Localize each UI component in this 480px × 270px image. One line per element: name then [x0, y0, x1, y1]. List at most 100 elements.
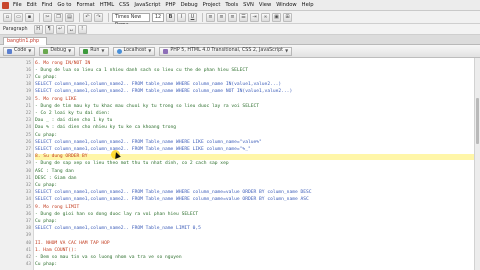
space-icon[interactable]: ␣: [66, 24, 76, 34]
indent-icon[interactable]: ⇥: [250, 12, 259, 22]
code-line[interactable]: 23 Dau _ : dai dien cho 1 ky tu: [26, 118, 480, 124]
heading-icon[interactable]: H: [33, 24, 43, 34]
line-number: 33: [25, 190, 31, 196]
code-area[interactable]: 15 6. Mo rong IN/NOT IN 16 - Dung de lua …: [26, 58, 480, 270]
run-button[interactable]: Run ▼: [79, 46, 109, 56]
menu-format[interactable]: Format: [76, 2, 94, 8]
tab-bangtin1[interactable]: bangtin1.php: [3, 37, 47, 45]
code-line[interactable]: 19 SELECT column_name1,column_name2.. FR…: [26, 89, 480, 95]
align-right-icon[interactable]: ≡: [228, 12, 237, 22]
scrollbar-thumb[interactable]: [476, 98, 479, 144]
menu-find[interactable]: Find: [42, 2, 53, 8]
code-line[interactable]: 33 SELECT column_name1,column_name2.. FR…: [26, 190, 480, 196]
menu-help[interactable]: Help: [302, 2, 314, 8]
list-icon[interactable]: ☰: [239, 12, 248, 22]
save-icon[interactable]: ▪: [25, 12, 34, 22]
code-line[interactable]: 27 SELECT column_name1,column_name2.. FR…: [26, 146, 480, 152]
chevron-down-icon: ▼: [68, 48, 72, 53]
cut-icon[interactable]: ✂: [43, 12, 52, 22]
image-icon[interactable]: ▣: [272, 12, 281, 22]
menu-file[interactable]: File: [13, 2, 22, 8]
code-line[interactable]: 20 5. Mo rong LIKE: [26, 96, 480, 102]
menu-php[interactable]: PHP: [165, 2, 175, 8]
code-line[interactable]: 18 SELECT column_name1,column_name2.. FR…: [26, 82, 480, 88]
localhost-label: Localhost: [123, 48, 147, 53]
menu-edit[interactable]: Edit: [27, 2, 37, 8]
code-line[interactable]: 17 Cu phap:: [26, 74, 480, 80]
code-line[interactable]: 32 Cu phap:: [26, 182, 480, 188]
copy-icon[interactable]: ❐: [54, 12, 63, 22]
code-line[interactable]: 39: [26, 233, 480, 239]
code-line[interactable]: 30 ASC : Tang dan: [26, 168, 480, 174]
menu-window[interactable]: Window: [276, 2, 296, 8]
code-line[interactable]: 21 - Dung de tim mau ky tu khac mau chuo…: [26, 103, 480, 109]
code-line-text: Cu phap:: [35, 132, 58, 138]
code-line[interactable]: 40 II. NHOM VA CAC HAM TAP HOP: [26, 240, 480, 246]
font-family-select[interactable]: Times New Roma: [112, 12, 150, 28]
menu-css[interactable]: CSS: [119, 2, 129, 8]
debug-button[interactable]: Debug ▼: [39, 46, 76, 56]
code-line[interactable]: 24 Dau % : dai dien cho nhieu ky tu ke c…: [26, 125, 480, 131]
line-number: 15: [25, 60, 31, 66]
code-line[interactable]: 34 SELECT column_name1,column_name2.. FR…: [26, 197, 480, 203]
bold-icon[interactable]: B: [166, 12, 175, 22]
open-folder-icon[interactable]: ▭: [14, 12, 23, 22]
code-line-text: SELECT column_name1,column_name2.. FROM …: [35, 190, 312, 196]
paragraph-icon[interactable]: ¶: [44, 24, 54, 34]
line-number: 20: [25, 96, 31, 102]
menu-project[interactable]: Project: [203, 2, 221, 8]
code-line[interactable]: 29 - Dung de sap xep so lieu theo mot th…: [26, 161, 480, 167]
code-line[interactable]: 31 DESC : Giam dan: [26, 175, 480, 181]
code-line-text: SELECT column_name1,column_name2.. FROM …: [35, 226, 201, 232]
localhost-button[interactable]: Localhost ▼: [112, 46, 156, 56]
code-view-button[interactable]: Code ▼: [3, 46, 36, 56]
break-icon[interactable]: ↵: [55, 24, 65, 34]
line-number: 24: [25, 125, 31, 131]
doctype-button[interactable]: PHP 5, HTML 4.0 Transitional, CSS 2, Jav…: [159, 46, 293, 56]
code-line-text: Dau _ : dai dien cho 1 ky tu: [35, 118, 113, 124]
line-number: 39: [25, 233, 31, 239]
code-line-text: SELECT column_name1,column_name2.. FROM …: [35, 82, 282, 88]
align-left-icon[interactable]: ≡: [206, 12, 215, 22]
link-icon[interactable]: ∞: [261, 12, 270, 22]
font-size-select[interactable]: 12: [152, 12, 164, 22]
code-line-text: Cu phap:: [35, 262, 58, 268]
code-line[interactable]: 37 Cu phap:: [26, 218, 480, 225]
code-line[interactable]: 42 - Dem so mau tin va so luong nhom va …: [26, 254, 480, 260]
redo-icon[interactable]: ↷: [94, 12, 103, 22]
align-center-icon[interactable]: ≡: [217, 12, 226, 22]
underline-icon[interactable]: U: [188, 12, 197, 22]
new-file-icon[interactable]: ▫: [3, 12, 12, 22]
table-icon[interactable]: ⊞: [283, 12, 292, 22]
code-line[interactable]: 16 - Dung de lua so lieu ca 1 nhieu danh…: [26, 67, 480, 73]
code-line[interactable]: 36 - Dung de gioi han so dong duoc lay r…: [26, 211, 480, 217]
menu-goto[interactable]: Go to: [57, 2, 71, 8]
undo-icon[interactable]: ↶: [83, 12, 92, 22]
code-line[interactable]: 43 Cu phap:: [26, 262, 480, 268]
menu-tools[interactable]: Tools: [225, 2, 238, 8]
vertical-scrollbar[interactable]: [474, 58, 480, 270]
code-line[interactable]: 15 6. Mo rong IN/NOT IN: [26, 60, 480, 66]
italic-icon[interactable]: I: [177, 12, 186, 22]
code-line[interactable]: 38 SELECT column_name1,column_name2.. FR…: [26, 226, 480, 232]
code-line[interactable]: 41 1. Ham COUNT():: [26, 247, 480, 253]
code-line[interactable]: 26 SELECT column_name1,column_name2.. FR…: [26, 139, 480, 145]
code-line-text: Cu phap:: [35, 219, 58, 225]
toolbar-divider: [108, 12, 109, 22]
menu-javascript[interactable]: JavaScript: [134, 2, 160, 8]
line-number: 31: [25, 175, 31, 181]
line-number: 27: [25, 147, 31, 153]
code-line[interactable]: 35 9. Mo rong LIMIT: [26, 204, 480, 210]
app-icon[interactable]: [2, 1, 9, 9]
comment-icon[interactable]: !: [77, 24, 87, 34]
menu-html[interactable]: HTML: [100, 2, 114, 8]
menu-svn[interactable]: SVN: [243, 2, 254, 8]
paste-icon[interactable]: ▤: [65, 12, 74, 22]
code-editor[interactable]: 15 6. Mo rong IN/NOT IN 16 - Dung de lua …: [0, 58, 480, 270]
code-line[interactable]: 25 Cu phap:: [26, 132, 480, 138]
menu-view[interactable]: View: [259, 2, 271, 8]
code-line[interactable]: 28 8. Su dung ORDER BY: [26, 153, 480, 160]
menu-debug[interactable]: Debug: [181, 2, 198, 8]
code-line[interactable]: 22 - Co 2 loai ky tu dai dien:: [26, 110, 480, 116]
format-toolbar: Paragraph H ¶ ↵ ␣ !: [0, 24, 480, 35]
